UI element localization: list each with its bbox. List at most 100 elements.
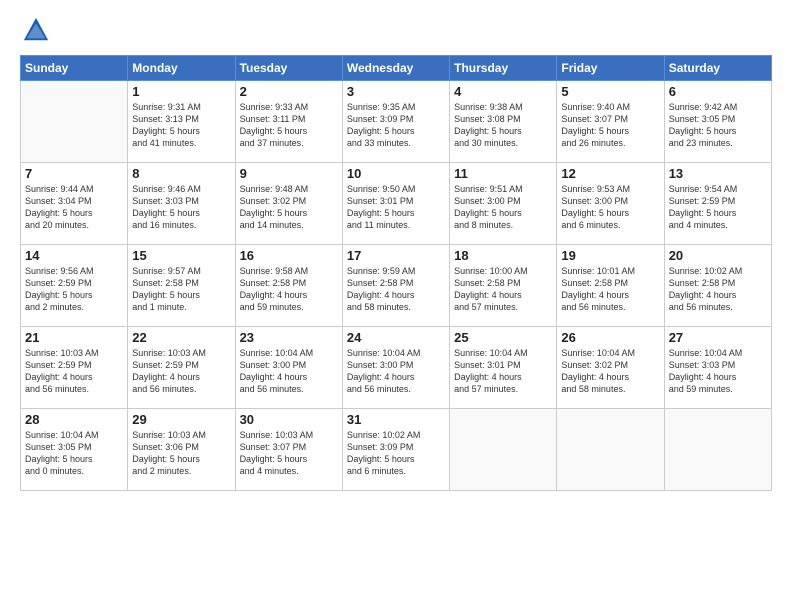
day-number: 7 <box>25 166 123 181</box>
day-cell: 24 Sunrise: 10:04 AM Sunset: 3:00 PM Dayl… <box>342 327 449 409</box>
day-cell: 20Sunrise: 10:02 AM Sunset: 2:58 PM Dayl… <box>664 245 771 327</box>
day-cell: 22 Sunrise: 10:03 AM Sunset: 2:59 PM Dayl… <box>128 327 235 409</box>
day-info: Sunrise: 9:59 AM Sunset: 2:58 PM Dayligh… <box>347 265 445 314</box>
day-info: Sunrise: 10:04 AM Sunset: 3:05 PM Daylig… <box>25 429 123 478</box>
day-number: 2 <box>240 84 338 99</box>
day-number: 16 <box>240 248 338 263</box>
day-number: 15 <box>132 248 230 263</box>
day-cell: 31 Sunrise: 10:02 AM Sunset: 3:09 PM Dayl… <box>342 409 449 491</box>
day-number: 13 <box>669 166 767 181</box>
day-info: Sunrise: 9:44 AM Sunset: 3:04 PM Dayligh… <box>25 183 123 232</box>
day-number: 9 <box>240 166 338 181</box>
day-cell: 1 Sunrise: 9:31 AM Sunset: 3:13 PM Daylig… <box>128 81 235 163</box>
day-info: Sunrise: 10:02 AM Sunset: 3:09 PM Daylig… <box>347 429 445 478</box>
day-number: 14 <box>25 248 123 263</box>
day-cell <box>664 409 771 491</box>
day-info: Sunrise: 10:00 AM Sunset: 2:58 PM Daylig… <box>454 265 552 314</box>
weekday-header-row: SundayMondayTuesdayWednesdayThursdayFrid… <box>21 56 772 81</box>
day-number: 26 <box>561 330 659 345</box>
day-info: Sunrise: 9:57 AM Sunset: 2:58 PM Dayligh… <box>132 265 230 314</box>
week-row-5: 28 Sunrise: 10:04 AM Sunset: 3:05 PM Dayl… <box>21 409 772 491</box>
day-info: Sunrise: 9:54 AM Sunset: 2:59 PM Dayligh… <box>669 183 767 232</box>
day-cell <box>557 409 664 491</box>
day-cell: 11 Sunrise: 9:51 AM Sunset: 3:00 PM Dayli… <box>450 163 557 245</box>
day-info: Sunrise: 10:01 AM Sunset: 2:58 PM Daylig… <box>561 265 659 314</box>
day-cell: 19 Sunrise: 10:01 AM Sunset: 2:58 PM Dayl… <box>557 245 664 327</box>
day-info: Sunrise: 9:51 AM Sunset: 3:00 PM Dayligh… <box>454 183 552 232</box>
day-cell: 5 Sunrise: 9:40 AM Sunset: 3:07 PM Daylig… <box>557 81 664 163</box>
day-cell: 15 Sunrise: 9:57 AM Sunset: 2:58 PM Dayli… <box>128 245 235 327</box>
weekday-header-tuesday: Tuesday <box>235 56 342 81</box>
weekday-header-thursday: Thursday <box>450 56 557 81</box>
day-info: Sunrise: 10:04 AM Sunset: 3:03 PM Daylig… <box>669 347 767 396</box>
day-cell: 2 Sunrise: 9:33 AM Sunset: 3:11 PM Daylig… <box>235 81 342 163</box>
day-info: Sunrise: 9:35 AM Sunset: 3:09 PM Dayligh… <box>347 101 445 150</box>
day-number: 22 <box>132 330 230 345</box>
day-number: 27 <box>669 330 767 345</box>
day-info: Sunrise: 9:48 AM Sunset: 3:02 PM Dayligh… <box>240 183 338 232</box>
day-number: 8 <box>132 166 230 181</box>
day-info: Sunrise: 10:03 AM Sunset: 3:06 PM Daylig… <box>132 429 230 478</box>
day-number: 5 <box>561 84 659 99</box>
header <box>20 16 772 49</box>
day-cell: 30 Sunrise: 10:03 AM Sunset: 3:07 PM Dayl… <box>235 409 342 491</box>
day-number: 12 <box>561 166 659 181</box>
weekday-header-saturday: Saturday <box>664 56 771 81</box>
day-number: 28 <box>25 412 123 427</box>
day-cell: 18 Sunrise: 10:00 AM Sunset: 2:58 PM Dayl… <box>450 245 557 327</box>
day-number: 24 <box>347 330 445 345</box>
day-number: 1 <box>132 84 230 99</box>
day-number: 31 <box>347 412 445 427</box>
day-cell: 6 Sunrise: 9:42 AM Sunset: 3:05 PM Daylig… <box>664 81 771 163</box>
week-row-1: 1 Sunrise: 9:31 AM Sunset: 3:13 PM Daylig… <box>21 81 772 163</box>
day-info: Sunrise: 10:04 AM Sunset: 3:00 PM Daylig… <box>240 347 338 396</box>
day-number: 19 <box>561 248 659 263</box>
day-cell: 26 Sunrise: 10:04 AM Sunset: 3:02 PM Dayl… <box>557 327 664 409</box>
day-cell: 4 Sunrise: 9:38 AM Sunset: 3:08 PM Daylig… <box>450 81 557 163</box>
week-row-2: 7 Sunrise: 9:44 AM Sunset: 3:04 PM Daylig… <box>21 163 772 245</box>
day-number: 3 <box>347 84 445 99</box>
day-cell: 13 Sunrise: 9:54 AM Sunset: 2:59 PM Dayli… <box>664 163 771 245</box>
day-info: Sunrise: 10:04 AM Sunset: 3:01 PM Daylig… <box>454 347 552 396</box>
day-cell: 28 Sunrise: 10:04 AM Sunset: 3:05 PM Dayl… <box>21 409 128 491</box>
day-cell: 17Sunrise: 9:59 AM Sunset: 2:58 PM Dayli… <box>342 245 449 327</box>
day-info: Sunrise: 9:31 AM Sunset: 3:13 PM Dayligh… <box>132 101 230 150</box>
day-info: Sunrise: 10:04 AM Sunset: 3:00 PM Daylig… <box>347 347 445 396</box>
day-number: 4 <box>454 84 552 99</box>
day-cell: 14Sunrise: 9:56 AM Sunset: 2:59 PM Dayli… <box>21 245 128 327</box>
day-cell: 10Sunrise: 9:50 AM Sunset: 3:01 PM Dayli… <box>342 163 449 245</box>
day-number: 29 <box>132 412 230 427</box>
day-info: Sunrise: 9:53 AM Sunset: 3:00 PM Dayligh… <box>561 183 659 232</box>
day-cell: 25Sunrise: 10:04 AM Sunset: 3:01 PM Dayl… <box>450 327 557 409</box>
day-number: 30 <box>240 412 338 427</box>
weekday-header-sunday: Sunday <box>21 56 128 81</box>
day-number: 11 <box>454 166 552 181</box>
day-cell <box>21 81 128 163</box>
logo <box>20 16 54 49</box>
day-info: Sunrise: 9:46 AM Sunset: 3:03 PM Dayligh… <box>132 183 230 232</box>
day-cell: 29 Sunrise: 10:03 AM Sunset: 3:06 PM Dayl… <box>128 409 235 491</box>
day-cell: 23Sunrise: 10:04 AM Sunset: 3:00 PM Dayl… <box>235 327 342 409</box>
weekday-header-wednesday: Wednesday <box>342 56 449 81</box>
day-number: 21 <box>25 330 123 345</box>
day-cell: 12 Sunrise: 9:53 AM Sunset: 3:00 PM Dayli… <box>557 163 664 245</box>
day-info: Sunrise: 10:03 AM Sunset: 3:07 PM Daylig… <box>240 429 338 478</box>
week-row-3: 14Sunrise: 9:56 AM Sunset: 2:59 PM Dayli… <box>21 245 772 327</box>
day-info: Sunrise: 9:38 AM Sunset: 3:08 PM Dayligh… <box>454 101 552 150</box>
weekday-header-friday: Friday <box>557 56 664 81</box>
day-info: Sunrise: 10:04 AM Sunset: 3:02 PM Daylig… <box>561 347 659 396</box>
week-row-4: 21 Sunrise: 10:03 AM Sunset: 2:59 PM Dayl… <box>21 327 772 409</box>
day-info: Sunrise: 10:03 AM Sunset: 2:59 PM Daylig… <box>25 347 123 396</box>
day-number: 6 <box>669 84 767 99</box>
day-info: Sunrise: 10:03 AM Sunset: 2:59 PM Daylig… <box>132 347 230 396</box>
day-info: Sunrise: 9:42 AM Sunset: 3:05 PM Dayligh… <box>669 101 767 150</box>
day-cell: 3 Sunrise: 9:35 AM Sunset: 3:09 PM Daylig… <box>342 81 449 163</box>
day-info: Sunrise: 9:33 AM Sunset: 3:11 PM Dayligh… <box>240 101 338 150</box>
weekday-header-monday: Monday <box>128 56 235 81</box>
day-number: 18 <box>454 248 552 263</box>
day-cell <box>450 409 557 491</box>
day-cell: 21 Sunrise: 10:03 AM Sunset: 2:59 PM Dayl… <box>21 327 128 409</box>
calendar: SundayMondayTuesdayWednesdayThursdayFrid… <box>20 55 772 491</box>
page: SundayMondayTuesdayWednesdayThursdayFrid… <box>0 0 792 612</box>
day-info: Sunrise: 9:40 AM Sunset: 3:07 PM Dayligh… <box>561 101 659 150</box>
